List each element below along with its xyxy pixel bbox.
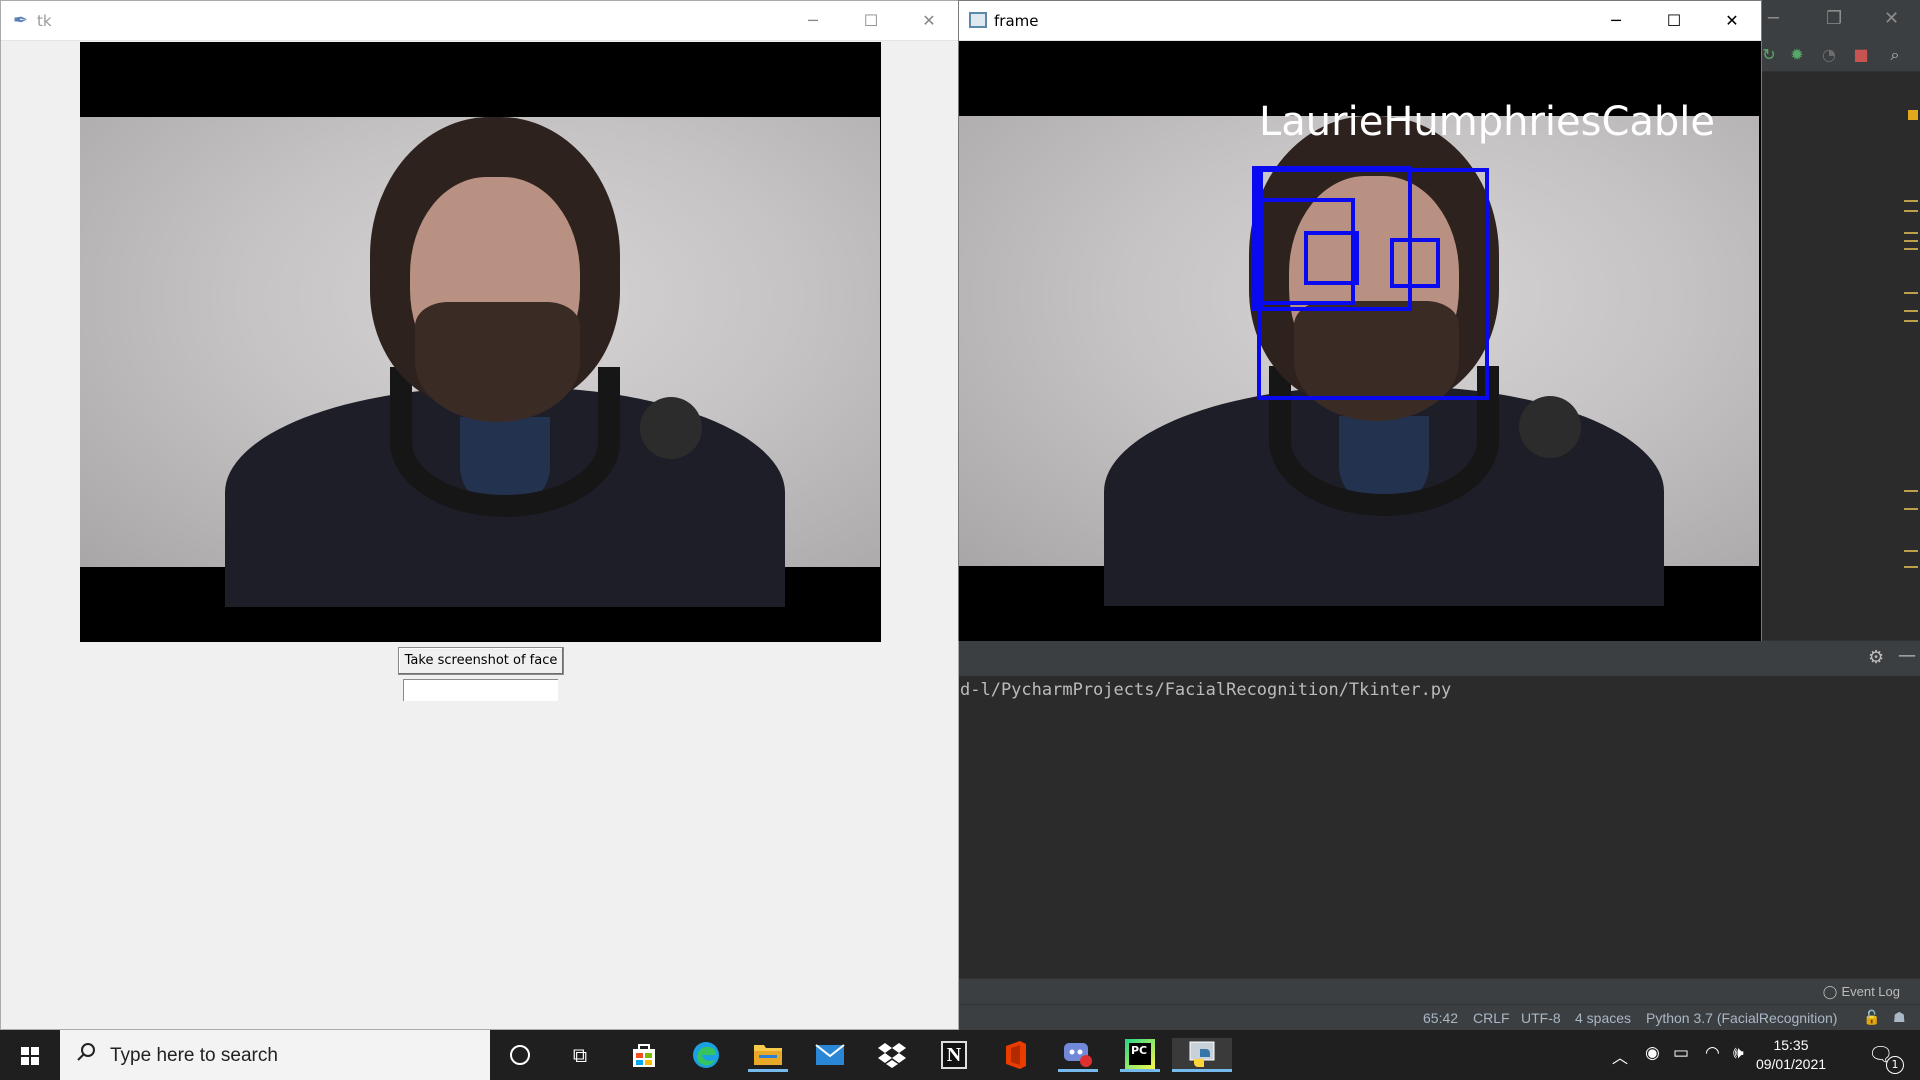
frame-window-icon — [969, 12, 987, 28]
tk-camera-feed — [80, 42, 881, 642]
cortana-icon[interactable] — [500, 1038, 540, 1072]
microphone — [1519, 396, 1581, 458]
file-explorer-icon[interactable] — [748, 1038, 788, 1072]
taskbar-search-box[interactable]: Type here to search — [60, 1030, 490, 1080]
inspector-icon[interactable]: ☗ — [1893, 1010, 1906, 1026]
caret-position[interactable]: 65:42 — [1423, 1010, 1458, 1026]
volume-icon[interactable]: 🕪 — [1733, 1043, 1744, 1080]
indent-setting[interactable]: 4 spaces — [1575, 1010, 1631, 1026]
ide-close-icon[interactable]: ✕ — [1884, 8, 1899, 29]
windows-start-icon — [21, 1047, 39, 1065]
edge-icon[interactable] — [686, 1038, 726, 1072]
python-icon[interactable] — [1172, 1038, 1232, 1072]
run-panel-header: ⚙ — — [958, 640, 1920, 676]
search-icon — [77, 1043, 95, 1061]
person-beard — [415, 302, 580, 422]
taskbar: Type here to search ⧉ N PC ︿ ◉ ▭ ◠ 🕪 15:… — [0, 1030, 1920, 1080]
gutter-marker — [1904, 248, 1918, 250]
tray-chevron-icon[interactable]: ︿ — [1612, 1044, 1628, 1080]
maximize-icon[interactable]: ☐ — [851, 7, 891, 35]
gutter-marker — [1904, 292, 1918, 294]
detected-name-label: LaurieHumphriesCable — [1259, 99, 1716, 145]
line-separator[interactable]: CRLF — [1473, 1010, 1510, 1026]
frame-window: frame ─ ☐ ✕ LaurieHumphriesCable — [958, 0, 1762, 641]
notification-center-button[interactable]: 🗨 1 — [1868, 1042, 1904, 1080]
coverage-icon[interactable]: ◔ — [1818, 44, 1840, 66]
battery-icon[interactable]: ▭ — [1673, 1043, 1689, 1080]
event-log-icon: ◯ — [1822, 985, 1842, 1000]
discord-record-icon[interactable] — [1058, 1038, 1098, 1072]
console-output-line: d-l/PycharmProjects/FacialRecognition/Tk… — [960, 680, 1452, 700]
search-everywhere-icon[interactable]: ⌕ — [1884, 44, 1906, 66]
gutter-marker — [1904, 566, 1918, 568]
store-icon[interactable] — [624, 1038, 664, 1072]
gutter-marker — [1904, 240, 1918, 242]
event-log-button[interactable]: ◯ Event Log — [1823, 984, 1900, 1000]
frame-camera-feed: LaurieHumphriesCable — [959, 41, 1761, 641]
camera-image — [80, 117, 880, 607]
mail-icon[interactable] — [810, 1038, 850, 1072]
pycharm-icon[interactable]: PC — [1120, 1038, 1160, 1072]
warning-marker — [1908, 110, 1918, 120]
gutter-marker — [1904, 210, 1918, 212]
minimize-icon[interactable]: ─ — [1596, 7, 1636, 35]
gutter-marker — [1904, 232, 1918, 234]
ide-minimize-icon[interactable]: ─ — [1768, 8, 1779, 29]
name-entry-field[interactable] — [403, 679, 558, 701]
ide-tool-strip: ◯ Event Log — [958, 978, 1920, 1004]
frame-window-title: frame — [994, 12, 1039, 30]
ide-status-bar: 65:42 CRLF UTF-8 4 spaces Python 3.7 (Fa… — [958, 1004, 1920, 1030]
gutter-marker — [1904, 320, 1918, 322]
gutter-marker — [1904, 490, 1918, 492]
eye-detection-box — [1304, 231, 1359, 285]
clock-date: 09/01/2021 — [1755, 1056, 1827, 1072]
search-placeholder: Type here to search — [110, 1045, 278, 1066]
gutter-marker — [1904, 200, 1918, 202]
tk-feather-icon: ✒ — [13, 10, 29, 31]
tk-window: ✒ tk ─ ☐ ✕ Take screenshot of face — [0, 0, 959, 1030]
dropbox-icon[interactable] — [872, 1038, 912, 1072]
notion-icon[interactable]: N — [934, 1038, 974, 1072]
close-icon[interactable]: ✕ — [1712, 7, 1752, 35]
debug-icon[interactable]: ✹ — [1786, 44, 1808, 66]
eye-detection-box — [1390, 238, 1440, 288]
lock-icon[interactable]: 🔓 — [1863, 1010, 1880, 1026]
frame-titlebar[interactable]: frame ─ ☐ ✕ — [959, 1, 1761, 41]
taskbar-clock[interactable]: 15:35 09/01/2021 — [1745, 1036, 1837, 1074]
gutter-marker — [1904, 508, 1918, 510]
clock-time: 15:35 — [1773, 1037, 1809, 1053]
tk-window-title: tk — [37, 12, 52, 30]
start-button[interactable] — [0, 1030, 60, 1080]
take-screenshot-button[interactable]: Take screenshot of face — [398, 647, 564, 675]
event-log-label: Event Log — [1841, 984, 1900, 999]
tk-titlebar[interactable]: ✒ tk ─ ☐ ✕ — [1, 1, 958, 41]
gutter-marker — [1904, 550, 1918, 552]
python-interpreter[interactable]: Python 3.7 (FacialRecognition) — [1646, 1010, 1837, 1026]
stop-icon[interactable]: ■ — [1850, 44, 1872, 66]
office-icon[interactable] — [996, 1038, 1036, 1072]
maximize-icon[interactable]: ☐ — [1654, 7, 1694, 35]
file-encoding[interactable]: UTF-8 — [1521, 1010, 1561, 1026]
notification-count-badge: 1 — [1886, 1056, 1904, 1074]
discord-tray-icon[interactable]: ◉ — [1645, 1043, 1660, 1080]
close-icon[interactable]: ✕ — [909, 7, 949, 35]
settings-gear-icon[interactable]: ⚙ — [1868, 647, 1884, 668]
microphone — [640, 397, 702, 459]
network-icon[interactable]: ◠ — [1705, 1043, 1720, 1080]
ide-restore-icon[interactable]: ❐ — [1826, 8, 1842, 29]
run-console[interactable] — [958, 676, 1920, 978]
task-view-icon[interactable]: ⧉ — [560, 1038, 600, 1072]
gutter-marker — [1904, 310, 1918, 312]
hide-panel-icon[interactable]: — — [1898, 645, 1916, 666]
minimize-icon[interactable]: ─ — [793, 7, 833, 35]
